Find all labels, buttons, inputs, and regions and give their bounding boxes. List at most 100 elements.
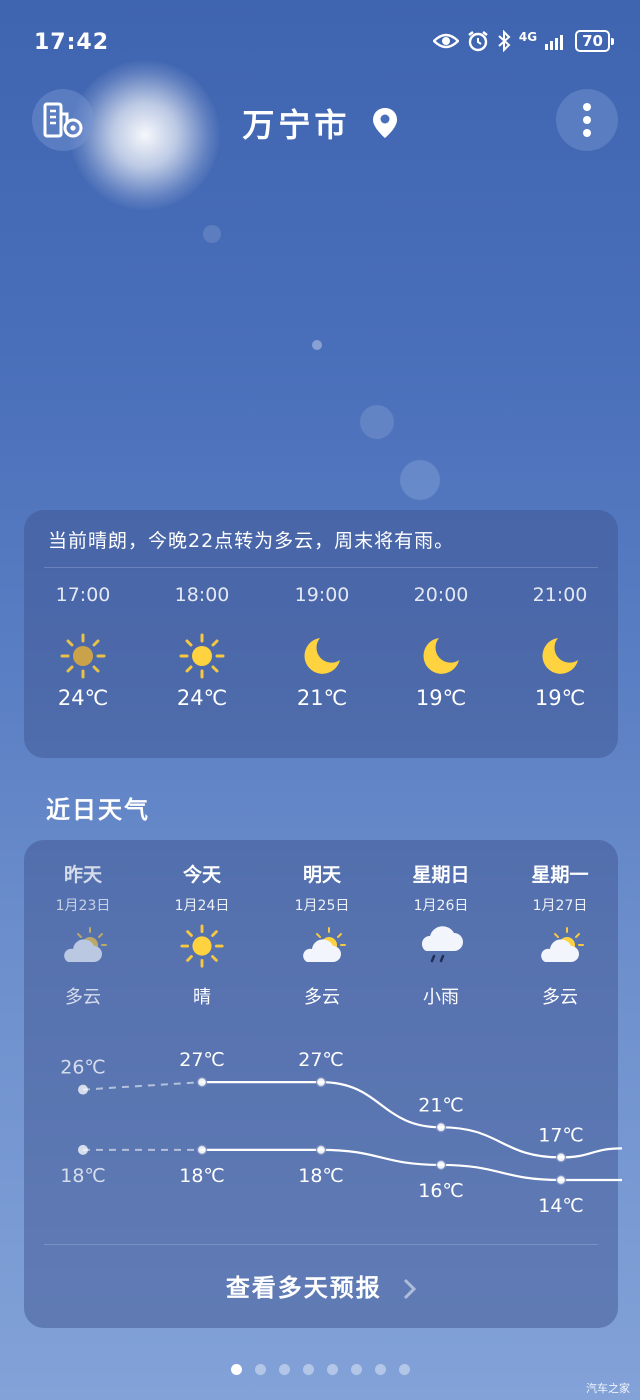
eye-icon: [432, 33, 459, 49]
day-condition: 晴: [193, 987, 211, 1008]
temp-label: 27℃: [179, 1049, 225, 1071]
day-condition: 小雨: [423, 987, 459, 1008]
status-bar: 17:42 4G 70: [0, 0, 640, 86]
hourly-item: 17:00 24℃: [23, 584, 143, 710]
rain-icon: [421, 926, 463, 963]
partly-cloudy-icon: [64, 927, 107, 962]
temp-point: [196, 1076, 208, 1088]
chevron-right-icon: [404, 1278, 417, 1300]
day-column[interactable]: 昨天 1月23日 多云: [23, 860, 143, 1009]
temp-label: 27℃: [298, 1049, 344, 1071]
hourly-temp: 19℃: [534, 686, 586, 710]
more-forecast-label: 查看多天预报: [225, 1274, 382, 1302]
hourly-time: 21:00: [532, 584, 588, 606]
partly-cloudy-icon: [541, 927, 584, 962]
day-name: 今天: [182, 864, 221, 886]
hourly-item: 18:00 24℃: [142, 584, 262, 710]
more-options-button[interactable]: [556, 89, 618, 151]
temp-point: [196, 1144, 208, 1156]
page-dot[interactable]: [350, 1364, 362, 1375]
signal-icon: [545, 35, 564, 50]
temp-point: [435, 1159, 447, 1171]
weather-summary: 当前晴朗，今晚22点转为多云，周末将有雨。: [48, 530, 455, 552]
day-date: 1月25日: [294, 898, 350, 914]
temp-label: 18℃: [179, 1165, 225, 1187]
day-column[interactable]: 明天 1月25日 多云: [262, 860, 382, 1009]
more-vertical-icon: [583, 103, 591, 137]
lens-flare: [400, 460, 440, 500]
day-condition: 多云: [65, 987, 101, 1008]
temp-label: 17℃: [538, 1124, 584, 1146]
day-name: 昨天: [63, 864, 102, 886]
day-condition: 多云: [304, 987, 340, 1008]
card-divider: [44, 567, 598, 568]
hourly-temp: 24℃: [57, 686, 109, 710]
day-name: 星期一: [531, 864, 589, 886]
day-date: 1月27日: [532, 898, 588, 914]
sun-icon: [60, 633, 106, 679]
hourly-temp: 21℃: [296, 686, 348, 710]
temp-label: 18℃: [60, 1165, 106, 1187]
temp-label: 14℃: [538, 1195, 584, 1217]
day-date: 1月24日: [174, 898, 230, 914]
lens-flare: [312, 340, 322, 350]
hourly-time: 20:00: [413, 584, 469, 606]
section-title: 近日天气: [46, 796, 150, 824]
hourly-time: 18:00: [174, 584, 230, 606]
day-column[interactable]: 星期一 1月27日 多云: [500, 860, 620, 1009]
network-type: 4G: [518, 30, 538, 44]
temp-label: 18℃: [298, 1165, 344, 1187]
page-dot[interactable]: [326, 1364, 338, 1375]
temp-label: 21℃: [418, 1094, 464, 1116]
hourly-temp: 24℃: [176, 686, 228, 710]
city-title[interactable]: 万宁市: [0, 100, 640, 146]
sun-icon: [180, 924, 224, 968]
lens-flare: [203, 225, 221, 243]
day-name: 星期日: [412, 864, 470, 886]
status-time: 17:42: [34, 30, 110, 55]
lens-flare: [360, 405, 394, 439]
alarm-icon: [468, 31, 488, 52]
view-multi-day-forecast-button[interactable]: 查看多天预报: [24, 1268, 618, 1303]
watermark: 汽车之家: [586, 1382, 630, 1395]
page-indicator: [0, 1364, 640, 1375]
day-date: 1月23日: [55, 898, 111, 914]
temp-point: [78, 1084, 88, 1095]
temp-point: [315, 1076, 327, 1088]
city-name: 万宁市: [242, 106, 351, 144]
temp-point: [555, 1174, 567, 1186]
temp-point: [78, 1144, 88, 1155]
hourly-item: 21:00 19℃: [500, 584, 620, 710]
temp-point: [555, 1152, 567, 1163]
hourly-item: 20:00 19℃: [381, 584, 501, 710]
day-name: 明天: [302, 864, 341, 886]
moon-icon: [423, 638, 459, 674]
page-dot[interactable]: [230, 1364, 242, 1375]
day-column[interactable]: 星期日 1月26日 小雨: [381, 860, 501, 1009]
temp-point: [435, 1122, 447, 1133]
temp-line-past-segment: [82, 1081, 203, 1091]
day-date: 1月26日: [413, 898, 469, 914]
status-icons: 4G 70: [432, 30, 614, 52]
hourly-time: 17:00: [55, 584, 111, 606]
location-pin-icon: [372, 108, 397, 138]
moon-icon: [304, 638, 340, 674]
temp-point: [315, 1144, 327, 1156]
day-condition: 多云: [542, 987, 578, 1008]
hourly-temp: 19℃: [415, 686, 467, 710]
battery-indicator: 70: [575, 30, 614, 52]
sun-icon: [179, 633, 225, 679]
hourly-time: 19:00: [294, 584, 350, 606]
partly-cloudy-icon: [303, 927, 346, 962]
page-dot[interactable]: [374, 1364, 386, 1375]
page-dot[interactable]: [302, 1364, 314, 1375]
hourly-item: 19:00 21℃: [262, 584, 382, 710]
page-dot[interactable]: [398, 1364, 410, 1375]
page-dot[interactable]: [254, 1364, 266, 1375]
temp-label: 26℃: [60, 1057, 106, 1079]
temperature-chart: 26℃ 27℃ 27℃ 21℃ 17℃ 18℃ 18℃ 18℃ 16℃ 14℃: [60, 1049, 623, 1217]
day-column[interactable]: 今天 1月24日 晴: [142, 860, 262, 1009]
bluetooth-icon: [498, 30, 511, 52]
page-dot[interactable]: [278, 1364, 290, 1375]
moon-icon: [542, 638, 578, 674]
